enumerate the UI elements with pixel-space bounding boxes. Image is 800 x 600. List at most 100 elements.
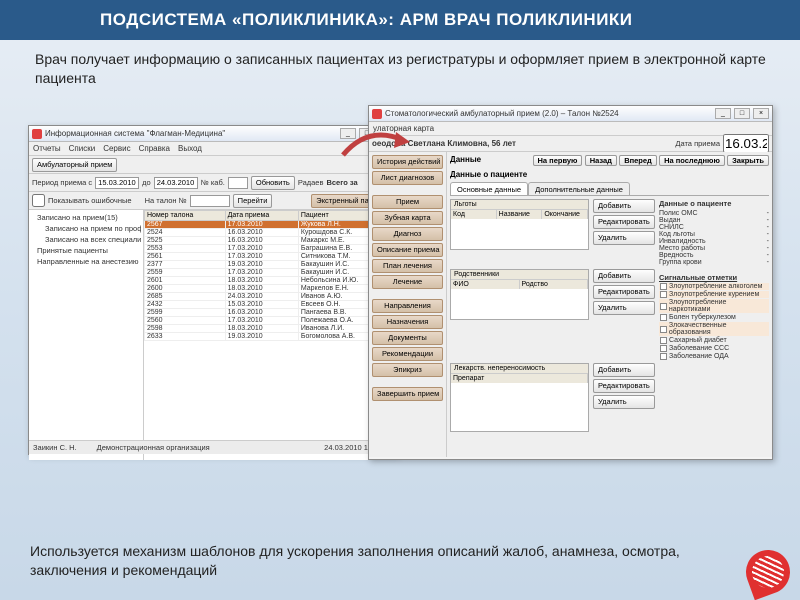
period-from-input[interactable] [95,177,139,189]
close-button[interactable]: × [753,108,769,119]
benefits-title: Льготы [451,200,588,210]
tree-item[interactable]: Записано на прием(15) [31,212,141,223]
table-row[interactable]: 259818.03.2010Иванова Л.И. [145,325,397,333]
tab-main-data[interactable]: Основные данные [450,182,528,195]
talon-input[interactable] [190,195,230,207]
table-row[interactable]: 256717.03.2010Жукова Л.Н. [145,221,397,229]
goto-button[interactable]: Перейти [233,194,273,208]
edit-button[interactable]: Редактировать [593,215,655,229]
checkbox-icon[interactable] [660,353,667,360]
section-button[interactable]: Документы [372,331,443,345]
info-header: Данные о пациенте [659,199,769,208]
table-row[interactable]: 256017.03.2010Полежаева О.А. [145,317,397,325]
table-row[interactable]: 252516.03.2010Макаркс М.Е. [145,237,397,245]
maximize-button[interactable]: □ [734,108,750,119]
table-row[interactable]: 243215.03.2010Евсеев О.Н. [145,301,397,309]
menu-help[interactable]: Справка [139,144,170,153]
section-button[interactable]: Завершить прием [372,387,443,401]
minimize-button[interactable]: _ [715,108,731,119]
col-code: Код [451,210,497,219]
table-row[interactable]: 252416.03.2010Курошдова С.К. [145,229,397,237]
checkbox-icon[interactable] [660,303,667,310]
patient-grid[interactable]: Номер талона Дата приема Пациент 256717.… [144,210,397,460]
tree-item[interactable]: Принятые пациенты [31,245,141,256]
signal-checkbox-row[interactable]: Злоупотребление курением [659,291,769,298]
nav-first-button[interactable]: На первую [533,155,583,166]
checkbox-icon[interactable] [660,326,667,333]
tab-extra-data[interactable]: Дополнительные данные [528,182,630,195]
period-to-input[interactable] [154,177,198,189]
menu-exit[interactable]: Выход [178,144,202,153]
left-menubar: Отчеты Списки Сервис Справка Выход [29,142,397,156]
section-button[interactable]: Эпикриз [372,363,443,377]
intolerance-grid[interactable] [451,383,588,431]
right-titlebar[interactable]: Стоматологический амбулаторный прием (2.… [369,106,772,122]
table-row[interactable]: 255917.03.2010Бакаушин И.С. [145,269,397,277]
menu-reports[interactable]: Отчеты [33,144,61,153]
table-row[interactable]: 263319.03.2010Богомолова А.В. [145,333,397,341]
checkbox-icon[interactable] [660,345,667,352]
checkbox-icon[interactable] [660,337,667,344]
nav-forward-button[interactable]: Вперед [619,155,657,166]
signal-checkbox-row[interactable]: Злоупотребление алкоголем [659,283,769,290]
signal-checkbox-row[interactable]: Злокачественные образования [659,322,769,336]
section-button[interactable]: Диагноз [372,227,443,241]
checkbox-icon[interactable] [660,314,667,321]
section-button[interactable]: Описание приема [372,243,443,257]
menu-outpatient-card[interactable]: улаторная карта [373,124,434,133]
add-button[interactable]: Добавить [593,363,655,377]
left-titlebar[interactable]: Информационная система "Флагман-Медицина… [29,126,397,142]
col-talon[interactable]: Номер талона [145,211,226,221]
nav-close-button[interactable]: Закрыть [727,155,769,166]
delete-button[interactable]: Удалить [593,395,655,409]
refresh-button[interactable]: Обновить [251,176,295,190]
edit-button[interactable]: Редактировать [593,379,655,393]
table-row[interactable]: 260118.03.2010Небольсина И.Ю. [145,277,397,285]
checkbox-icon[interactable] [660,291,667,298]
nav-back-button[interactable]: Назад [585,155,617,166]
appointment-tree[interactable]: Записано на прием(15) Записано на прием … [29,210,144,460]
left-window-title: Информационная система "Флагман-Медицина… [45,129,337,138]
signal-checkbox-row[interactable]: Болен туберкулезом [659,314,769,321]
signal-checkbox-row[interactable]: Заболевание ОДА [659,353,769,360]
signal-checkbox-row[interactable]: Сахарный диабет [659,337,769,344]
table-row[interactable]: 260018.03.2010Маркелов Е.Н. [145,285,397,293]
section-button[interactable]: Зубная карта [372,211,443,225]
add-button[interactable]: Добавить [593,199,655,213]
tab-ambulatory[interactable]: Амбулаторный прием [32,158,117,172]
minimize-button[interactable]: _ [340,128,356,139]
delete-button[interactable]: Удалить [593,301,655,315]
section-button[interactable]: Лечение [372,275,443,289]
section-button[interactable]: Лист диагнозов [372,171,443,185]
signal-checkbox-row[interactable]: Заболевание ССС [659,345,769,352]
delete-button[interactable]: Удалить [593,231,655,245]
edit-button[interactable]: Редактировать [593,285,655,299]
section-button[interactable]: История действий [372,155,443,169]
table-row[interactable]: 255317.03.2010Баграшина Е.В. [145,245,397,253]
section-button[interactable]: План лечения [372,259,443,273]
menu-service[interactable]: Сервис [103,144,130,153]
slide-title: ПОДСИСТЕМА «ПОЛИКЛИНИКА»: АРМ ВРАЧ ПОЛИК… [0,0,800,40]
table-row[interactable]: 237719.03.2010Бакаушин И.С. [145,261,397,269]
checkbox-icon[interactable] [660,283,667,290]
section-button[interactable]: Назначения [372,315,443,329]
tree-item[interactable]: Записано на прием по профилю [31,223,141,234]
tree-item[interactable]: Записано на всех специалисто [31,234,141,245]
col-date[interactable]: Дата приема [225,211,298,221]
kab-input[interactable] [228,177,248,189]
table-row[interactable]: 268524.03.2010Иванов А.Ю. [145,293,397,301]
table-row[interactable]: 259916.03.2010Пангаева В.В. [145,309,397,317]
section-button[interactable]: Рекомендации [372,347,443,361]
tree-item[interactable]: Направленные на анестезию [31,256,141,267]
signal-checkbox-row[interactable]: Злоупотребление наркотиками [659,299,769,313]
show-errors-checkbox[interactable] [32,194,45,207]
relatives-grid[interactable] [451,289,588,319]
menu-lists[interactable]: Списки [69,144,96,153]
section-button[interactable]: Прием [372,195,443,209]
visit-date-input[interactable] [723,134,769,153]
nav-last-button[interactable]: На последнюю [659,155,725,166]
benefits-grid[interactable] [451,219,588,249]
add-button[interactable]: Добавить [593,269,655,283]
section-button[interactable]: Направления [372,299,443,313]
table-row[interactable]: 256117.03.2010Ситникова Т.М. [145,253,397,261]
